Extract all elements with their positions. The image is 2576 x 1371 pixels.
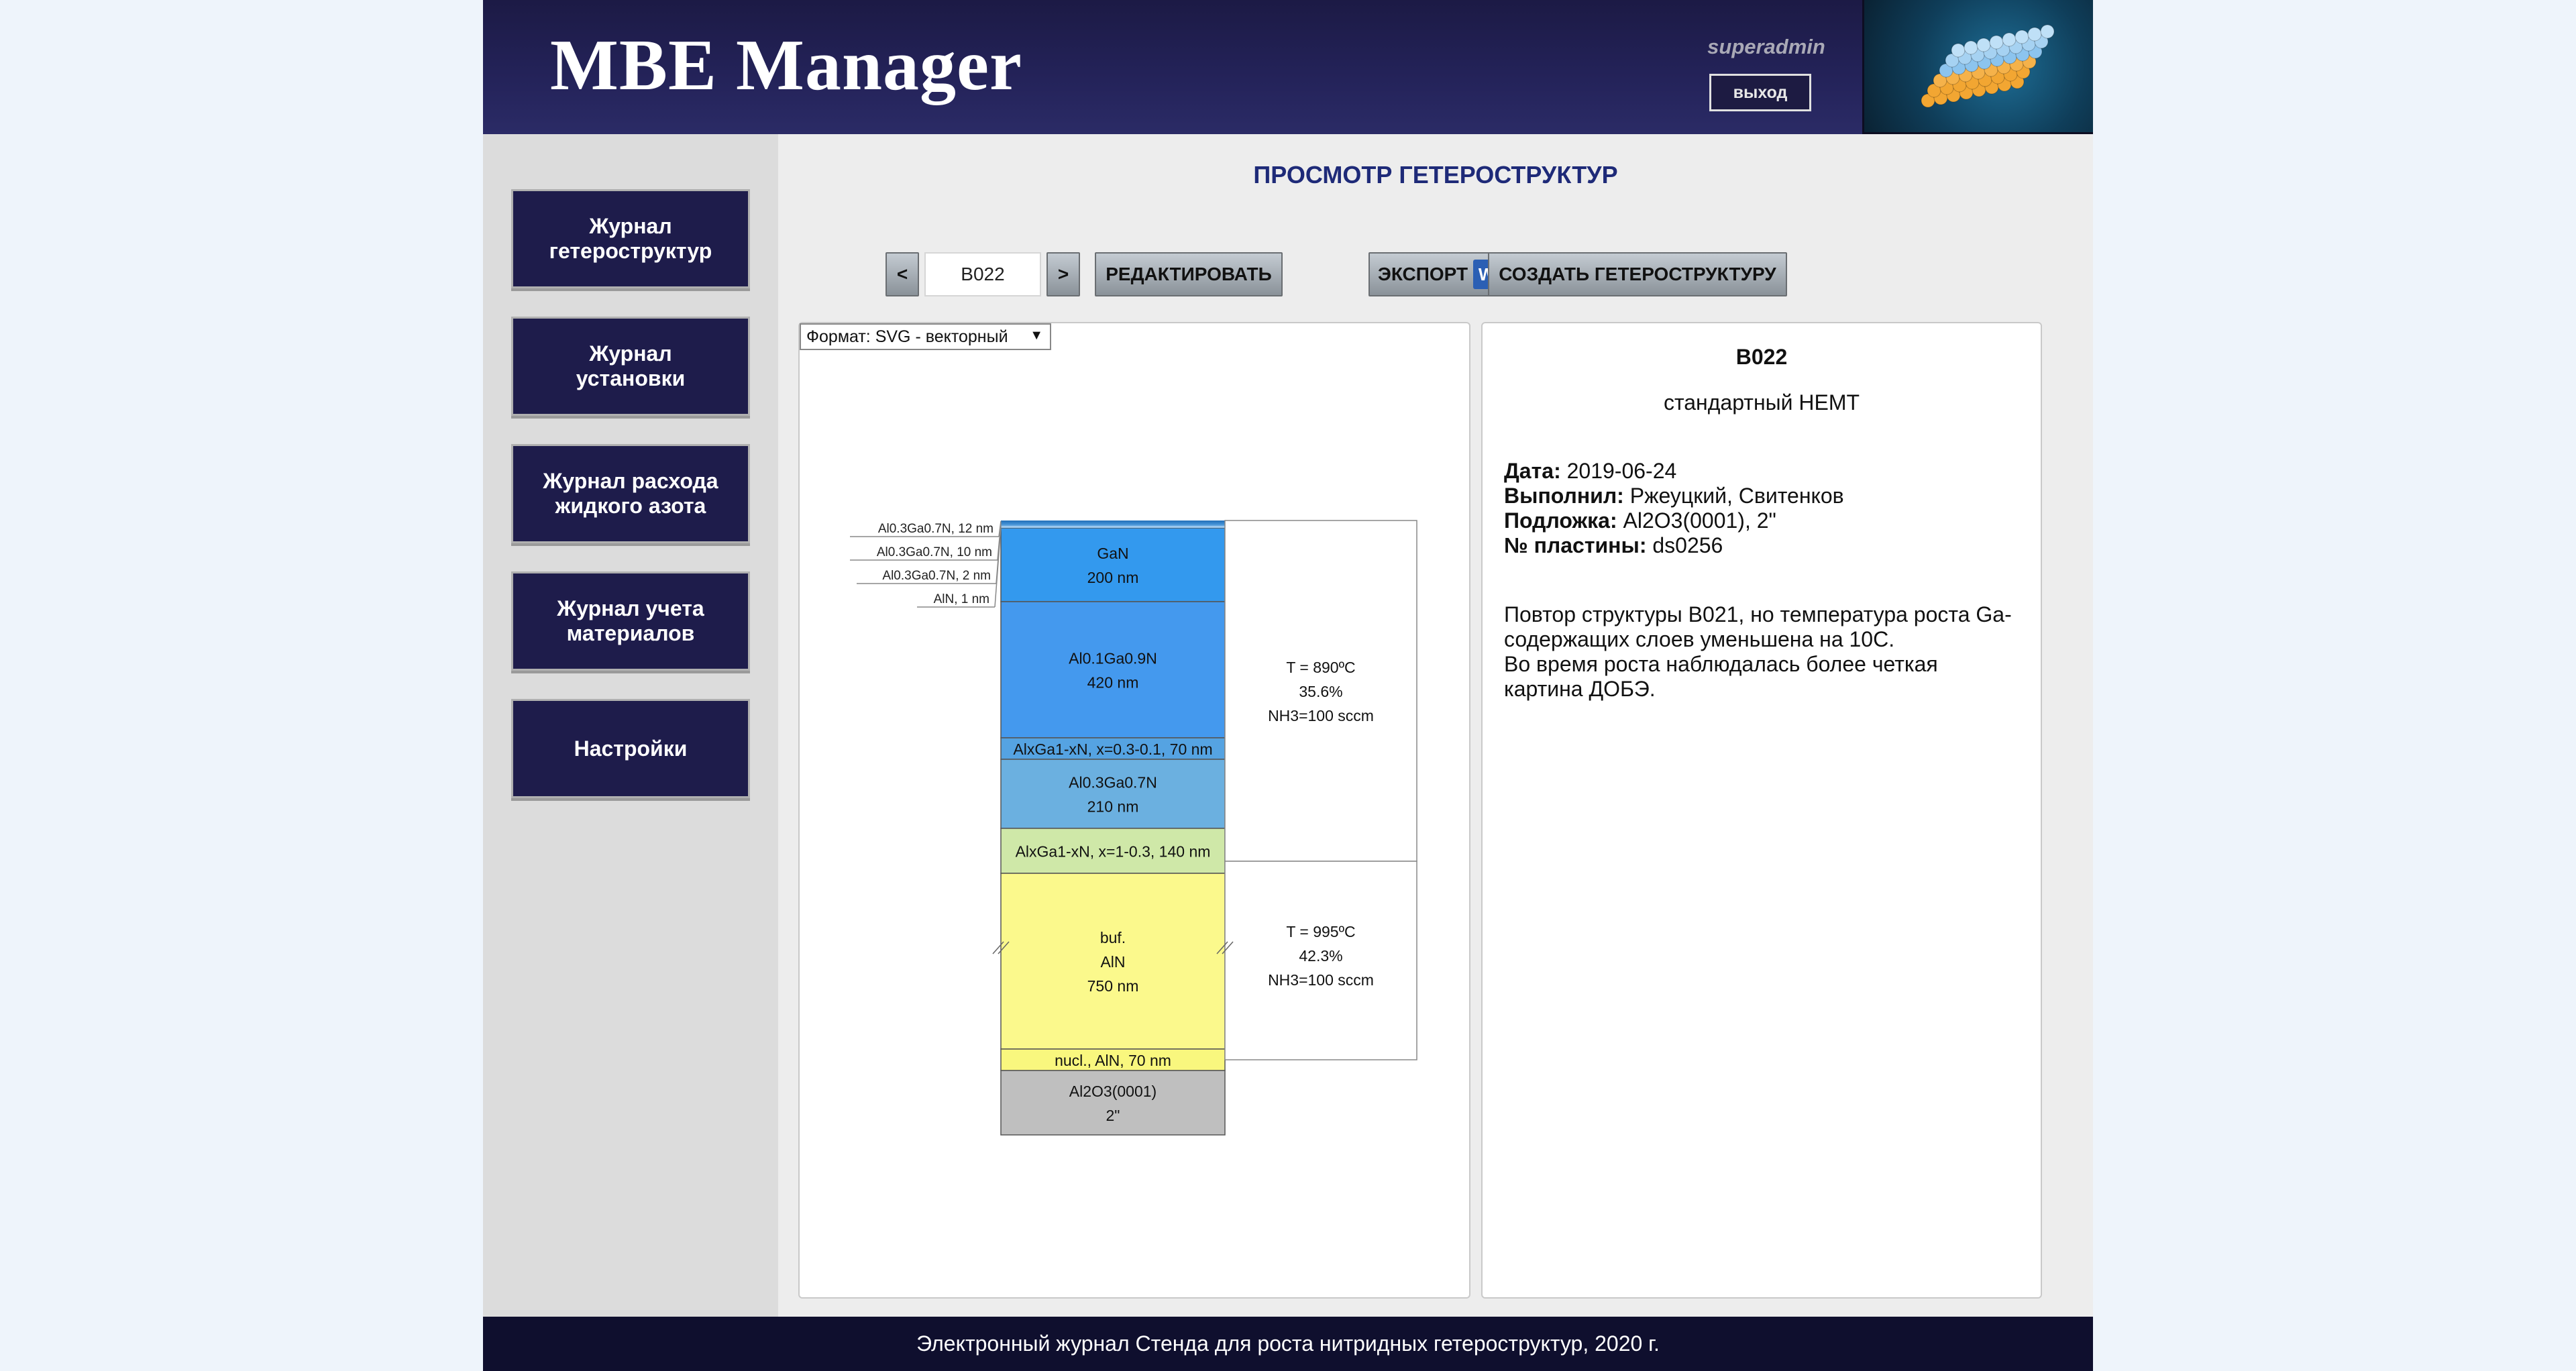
structure-description: стандартный HEMT [1663, 390, 1860, 415]
sidebar-item-heterostructures-journal[interactable]: Журнал гетероструктур [511, 189, 750, 288]
sidebar-item-nitrogen-journal[interactable]: Журнал расхода жидкого азота [511, 444, 750, 543]
growth-condition-2-line: NH3=100 sccm [1268, 971, 1374, 989]
next-structure-button[interactable]: > [1046, 252, 1080, 296]
layer-8-label: 2" [1106, 1107, 1120, 1124]
chevron-down-icon: ▼ [1030, 328, 1043, 343]
thin-layer-label-2: Al0.3Ga0.7N, 10 nm [877, 545, 992, 559]
lattice-atom [2027, 27, 2042, 42]
thin-layer-label-1: Al0.3Ga0.7N, 12 nm [878, 522, 994, 536]
structure-diagram: GaN 200 nm Al0.1Ga0.9N 420 nm AlxGa1-xN, x=0… [850, 520, 1417, 1136]
format-select-value: Формат: SVG - векторный [806, 327, 1008, 346]
lattice-atom [2002, 32, 2017, 47]
current-user: superadmin [1707, 35, 1825, 58]
lattice-atom [2040, 24, 2055, 39]
header-logo-image [1862, 0, 2093, 134]
substrate-value: Al2O3(0001), 2" [1623, 508, 1776, 533]
layer-8 [1000, 1070, 1226, 1136]
layer-7-label: nucl., AlN, 70 nm [1055, 1052, 1171, 1069]
thin-layer-1 [1001, 520, 1225, 523]
layer-2-label: Al0.1Ga0.9N [1069, 650, 1157, 667]
growth-condition-2-line: T = 995ºC [1286, 923, 1355, 940]
structure-code-heading: B022 [1735, 345, 1788, 369]
substrate-row: Подложка: Al2O3(0001), 2" [1504, 508, 1776, 533]
header: MBE Manager superadmin выход [483, 0, 2093, 134]
crystal-lattice-icon [1921, 24, 2055, 108]
layer-1 [1000, 527, 1226, 602]
structure-code-field[interactable]: B022 [924, 252, 1041, 296]
layer-4-label: Al0.3Ga0.7N [1069, 774, 1157, 791]
performer-label: Выполнил: [1504, 484, 1624, 508]
prev-structure-button[interactable]: < [885, 252, 919, 296]
date-row: Дата: 2019-06-24 [1504, 459, 1676, 484]
logout-button[interactable]: выход [1709, 74, 1811, 111]
layer-5-label: AlxGa1-xN, x=1-0.3, 140 nm [1016, 843, 1211, 861]
growth-condition-1-line: NH3=100 sccm [1268, 707, 1374, 724]
date-value: 2019-06-24 [1566, 459, 1677, 483]
leader-line-diag-4 [994, 526, 1002, 608]
thin-layer-4 [1001, 526, 1225, 528]
layer-6-label: 750 nm [1087, 977, 1139, 995]
thin-layer-label-4: AlN, 1 nm [934, 592, 989, 606]
thin-layer-2 [1001, 523, 1225, 525]
wafer-value: ds0256 [1652, 533, 1723, 557]
layer-4-label: 210 nm [1087, 798, 1139, 816]
performer-value: Ржеуцкий, Свитенков [1629, 484, 1844, 508]
lattice-atom [2015, 30, 2029, 44]
layer-8-label: Al2O3(0001) [1069, 1083, 1157, 1100]
sidebar: Журнал гетероструктур Журнал установки Ж… [483, 134, 778, 1317]
app-title: MBE Manager [550, 25, 1022, 105]
sidebar-item-settings[interactable]: Настройки [511, 699, 750, 798]
layer-4 [1000, 759, 1226, 829]
sidebar-item-installation-journal[interactable]: Журнал установки [511, 317, 750, 416]
page-title: ПРОСМОТР ГЕТЕРОСТРУКТУР [1253, 161, 1618, 188]
create-structure-button[interactable]: СОЗДАТЬ ГЕТЕРОСТРУКТУРУ [1488, 252, 1787, 296]
structure-notes: Повтор структуры B021, но температура ро… [1504, 602, 2012, 701]
layer-6-label: buf. [1100, 929, 1126, 946]
lattice-atom [1964, 40, 1978, 55]
performer-row: Выполнил: Ржеуцкий, Свитенков [1504, 484, 1844, 508]
thin-layer-label-3: Al0.3Ga0.7N, 2 nm [882, 569, 991, 583]
layer-2 [1000, 601, 1226, 738]
layer-1-label: GaN [1097, 545, 1128, 562]
layer-2-label: 420 nm [1087, 674, 1139, 692]
layer-6-label: AlN [1100, 953, 1125, 971]
lattice-atom [1989, 35, 2004, 50]
lattice-atom [1951, 43, 1966, 58]
wafer-row: № пластины: ds0256 [1504, 533, 1723, 558]
export-label: ЭКСПОРТ [1377, 264, 1468, 284]
edit-button[interactable]: РЕДАКТИРОВАТЬ [1095, 252, 1283, 296]
wafer-label: № пластины: [1504, 533, 1647, 557]
main-content: ПРОСМОТР ГЕТЕРОСТРУКТУР < B022 > РЕДАКТИ… [778, 134, 2093, 1317]
growth-condition-2-line: 42.3% [1299, 947, 1342, 965]
growth-condition-1-line: T = 890ºC [1286, 659, 1355, 676]
sidebar-item-materials-journal[interactable]: Журнал учета материалов [511, 571, 750, 671]
app-window: MBE Manager superadmin выход Журнал гете… [483, 0, 2093, 1371]
structure-diagram-panel: GaN 200 nm Al0.1Ga0.9N 420 nm AlxGa1-xN, x=0… [798, 322, 1470, 1299]
footer: Электронный журнал Стенда для роста нитр… [483, 1317, 2093, 1371]
lattice-atom [1976, 38, 1991, 52]
substrate-label: Подложка: [1504, 508, 1617, 533]
layer-3-label: AlxGa1-xN, x=0.3-0.1, 70 nm [1013, 741, 1212, 758]
date-label: Дата: [1504, 459, 1561, 483]
format-select[interactable]: Формат: SVG - векторный ▼ [800, 323, 1051, 350]
structure-info-panel: B022 стандартный HEMT Дата: 2019-06-24 В… [1481, 322, 2042, 1299]
layer-1-label: 200 nm [1087, 569, 1139, 586]
growth-condition-1-line: 35.6% [1299, 683, 1342, 700]
